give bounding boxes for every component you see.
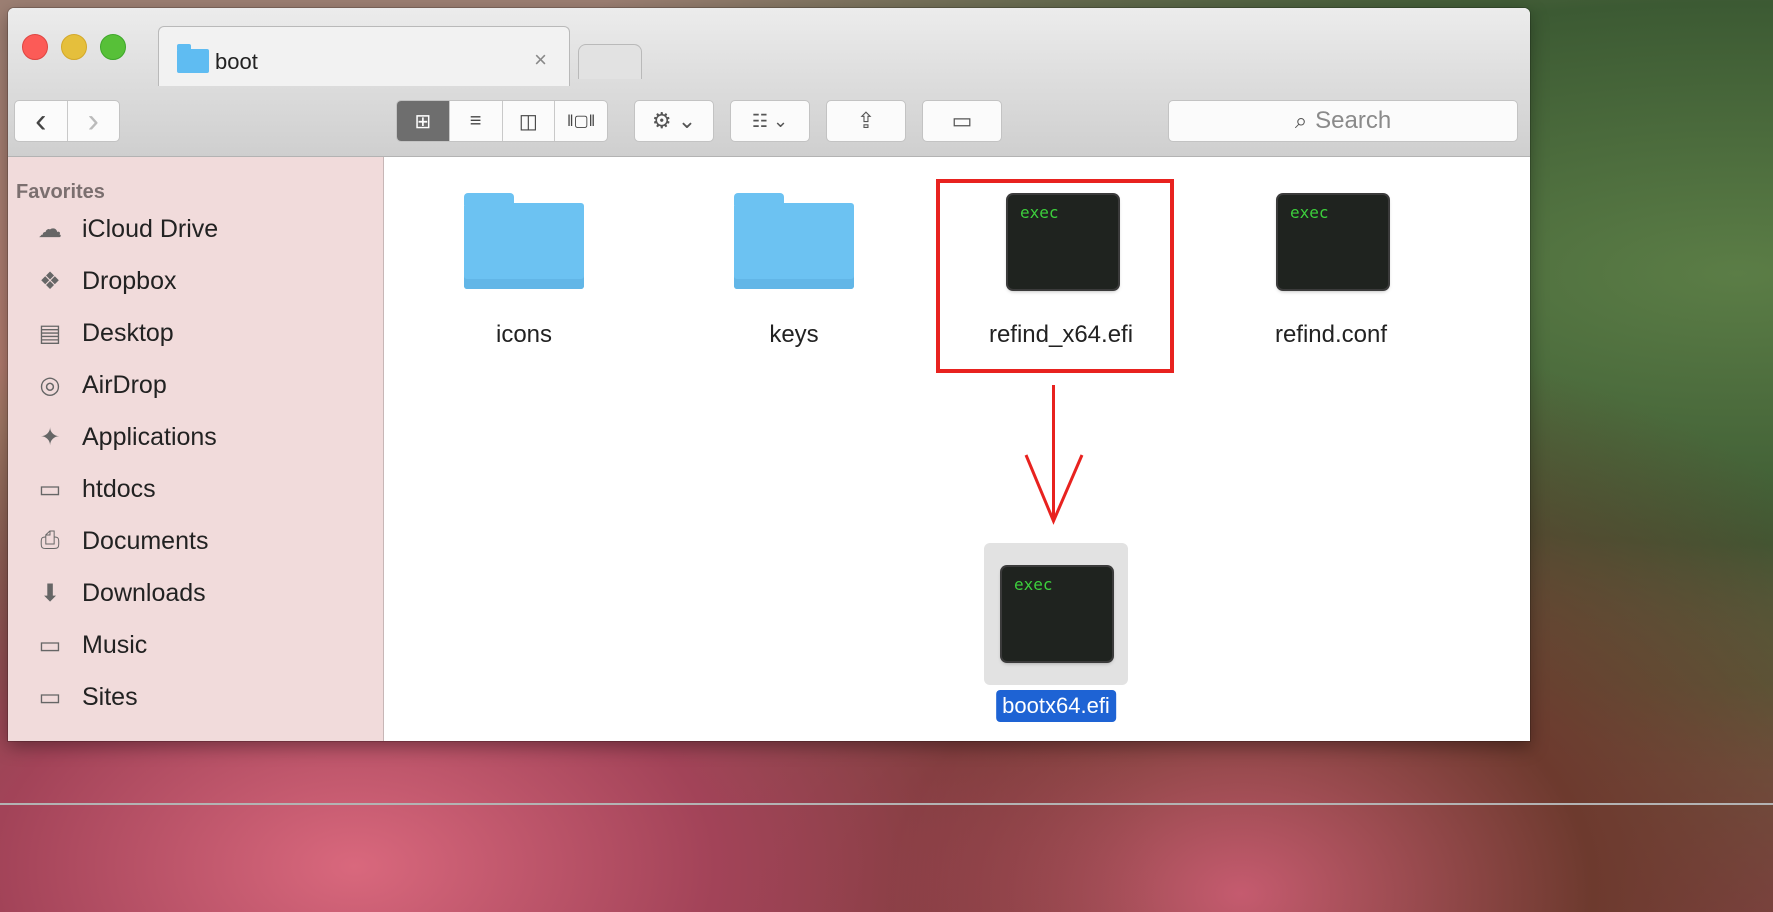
sidebar-item-documents[interactable]: ⎙ Documents: [32, 521, 208, 561]
finder-window: boot × ‹ › ⊞ ≡ ◫ ‖▢‖ ⚙ ⌄ ☷ ⌄ ⇪ ▭ ⌕ Searc…: [8, 8, 1530, 741]
coverflow-view-button[interactable]: ‖▢‖: [555, 101, 607, 141]
column-view-button[interactable]: ◫: [503, 101, 556, 141]
annotation-arrow-head-icon: [1024, 454, 1084, 525]
executable-icon[interactable]: exec: [1008, 195, 1118, 289]
file-name-refind-x64-efi[interactable]: refind_x64.efi: [989, 321, 1133, 349]
exec-icon-label: exec: [1290, 203, 1329, 222]
documents-icon: ⎙: [40, 527, 60, 554]
search-icon: ⌕: [1294, 108, 1308, 133]
close-window-button[interactable]: [22, 34, 48, 60]
forward-button[interactable]: ›: [68, 101, 120, 141]
sidebar-item-desktop[interactable]: ▤ Desktop: [32, 313, 174, 353]
back-button[interactable]: ‹: [15, 101, 68, 141]
title-bar: boot ×: [8, 8, 1530, 87]
tags-button[interactable]: ▭: [922, 100, 1002, 142]
folder-icon: ▭: [38, 475, 62, 503]
sidebar-item-label: iCloud Drive: [82, 214, 219, 243]
tab-boot[interactable]: boot ×: [158, 26, 570, 87]
folder-icon[interactable]: [734, 193, 854, 289]
share-button[interactable]: ⇪: [826, 100, 906, 142]
sidebar-item-airdrop[interactable]: ◎ AirDrop: [32, 365, 167, 405]
maximize-window-button[interactable]: [100, 34, 126, 60]
sidebar-item-icloud-drive[interactable]: ☁ iCloud Drive: [32, 209, 218, 249]
sidebar-item-sites[interactable]: ▭ Sites: [32, 677, 138, 717]
search-field[interactable]: ⌕ Search: [1168, 100, 1518, 142]
view-mode-control: ⊞ ≡ ◫ ‖▢‖: [396, 100, 608, 142]
downloads-icon: ⬇: [39, 579, 61, 607]
tab-title: boot: [215, 49, 258, 74]
screen-divider: [0, 803, 1773, 805]
executable-icon[interactable]: exec: [1278, 195, 1388, 289]
sidebar-item-music[interactable]: ▭ Music: [32, 625, 148, 665]
file-browser-area: icons keys exec refind_x64.efi exec refi…: [384, 157, 1530, 741]
icon-view-button[interactable]: ⊞: [397, 101, 450, 141]
file-name-refind-conf[interactable]: refind.conf: [1275, 321, 1387, 349]
sidebar-item-label: Documents: [82, 526, 209, 555]
sidebar-item-label: Dropbox: [82, 266, 177, 295]
navigation-buttons: ‹ ›: [14, 100, 120, 142]
file-name-bootx64-efi[interactable]: bootx64.efi: [996, 690, 1116, 722]
file-name-icons[interactable]: icons: [496, 321, 552, 349]
sidebar-item-label: Desktop: [82, 318, 174, 347]
sidebar-heading-favorites: Favorites: [16, 181, 105, 203]
dropbox-icon: ❖: [39, 267, 61, 295]
airdrop-icon: ◎: [39, 371, 61, 399]
folder-icon[interactable]: [464, 193, 584, 289]
folder-icon: ▭: [38, 631, 62, 659]
toolbar: ‹ › ⊞ ≡ ◫ ‖▢‖ ⚙ ⌄ ☷ ⌄ ⇪ ▭ ⌕ Search: [8, 86, 1530, 157]
executable-icon[interactable]: exec: [1002, 567, 1112, 661]
cloud-icon: ☁: [38, 215, 62, 243]
close-tab-icon[interactable]: ×: [534, 47, 547, 73]
minimize-window-button[interactable]: [61, 34, 87, 60]
exec-icon-label: exec: [1014, 575, 1053, 594]
sidebar: Favorites ☁ iCloud Drive ❖ Dropbox ▤ Des…: [8, 157, 384, 741]
exec-icon-label: exec: [1020, 203, 1059, 222]
search-placeholder: Search: [1315, 107, 1392, 134]
action-menu-button[interactable]: ⚙ ⌄: [634, 100, 714, 142]
sidebar-item-label: htdocs: [82, 474, 156, 503]
sidebar-item-htdocs[interactable]: ▭ htdocs: [32, 469, 156, 509]
folder-icon: ▭: [38, 683, 62, 711]
sidebar-item-dropbox[interactable]: ❖ Dropbox: [32, 261, 177, 301]
sidebar-item-label: AirDrop: [82, 370, 167, 399]
sidebar-item-applications[interactable]: ✦ Applications: [32, 417, 217, 457]
file-name-keys[interactable]: keys: [769, 321, 818, 349]
new-tab-button[interactable]: [578, 44, 642, 79]
sidebar-item-label: Downloads: [82, 578, 206, 607]
desktop-icon: ▤: [38, 319, 62, 347]
list-view-button[interactable]: ≡: [450, 101, 503, 141]
sidebar-item-label: Music: [82, 630, 148, 659]
sidebar-item-label: Applications: [82, 422, 217, 451]
folder-icon: [177, 44, 209, 73]
sidebar-item-label: Sites: [82, 682, 138, 711]
arrange-menu-button[interactable]: ☷ ⌄: [730, 100, 810, 142]
applications-icon: ✦: [39, 423, 61, 451]
sidebar-item-downloads[interactable]: ⬇ Downloads: [32, 573, 206, 613]
